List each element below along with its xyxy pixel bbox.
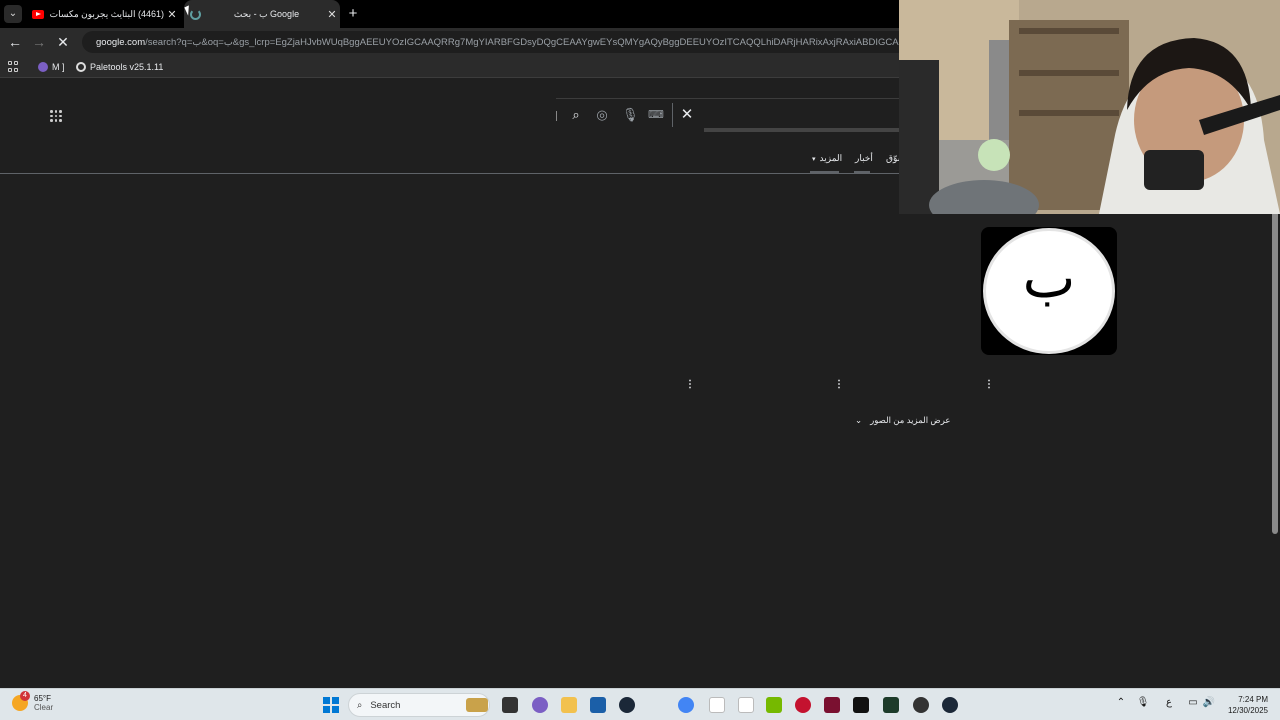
microphone-icon[interactable]: 🎙	[622, 108, 639, 122]
search-highlight-icon	[466, 698, 488, 712]
youtube-icon	[32, 9, 44, 19]
url-path: /search?q=ب&oq=ب&gs_lcrp=EgZjaHJvbWUqBgg…	[145, 36, 912, 48]
bookmark-item[interactable]: Paletools v25.1.11	[76, 60, 163, 74]
tab-label: المزيد	[819, 153, 843, 163]
image-glyph: ب	[1022, 246, 1076, 311]
show-more-label: عرض المزيد من الصور	[870, 415, 951, 425]
store-icon[interactable]	[590, 697, 606, 713]
input-language[interactable]: ع	[1162, 697, 1176, 708]
tab-news[interactable]: أخبار	[855, 153, 873, 164]
letter-image: ب	[983, 228, 1115, 354]
tab-youtube[interactable]: (4461) البثايث يجربون مكسات و ✕	[28, 0, 180, 28]
tab-label: أخبار	[855, 153, 873, 163]
taskbar: 4 65°F Clear ⌕ Search ⌃ 🎙 ع ▭ 🔊 7:24 PM …	[0, 688, 1280, 720]
chevron-down-icon: ⌄	[855, 415, 863, 425]
chevron-down-icon: ▾	[812, 156, 816, 163]
tab-google-search[interactable]: ب - بحث Google ✕	[184, 0, 340, 28]
terminal-icon[interactable]	[883, 697, 899, 713]
google-apps-icon[interactable]	[50, 110, 62, 122]
bookmark-label: Paletools v25.1.11	[90, 62, 164, 72]
microphone-icon[interactable]: 🎙	[1136, 697, 1150, 708]
forward-button[interactable]: →	[29, 32, 49, 52]
time: 7:24 PM	[1238, 695, 1268, 704]
volume-icon[interactable]: 🔊	[1202, 697, 1216, 708]
webcam-overlay	[899, 0, 1280, 214]
globe-icon	[76, 62, 86, 72]
start-button[interactable]	[323, 697, 339, 713]
address-bar[interactable]: google.com/search?q=ب&oq=ب&gs_lcrp=EgZja…	[82, 31, 912, 53]
media-player-icon[interactable]	[795, 697, 811, 713]
apps-grid-icon[interactable]	[8, 61, 19, 72]
image-result[interactable]: ب	[981, 227, 1117, 355]
loading-bar	[704, 128, 900, 132]
text-caret	[556, 111, 557, 121]
new-tab-button[interactable]: +	[344, 5, 362, 23]
search-icon[interactable]: ⌕	[569, 108, 583, 122]
back-button[interactable]: ←	[5, 32, 25, 52]
obs-icon[interactable]	[913, 697, 929, 713]
search-box[interactable]: ⌕ ◎ 🎙 ⌨ ✕	[556, 98, 900, 132]
lens-icon[interactable]: ◎	[595, 108, 609, 122]
weather-temp: 65°F	[34, 694, 51, 703]
discord-icon[interactable]	[532, 697, 548, 713]
close-icon[interactable]: ✕	[164, 8, 180, 21]
stop-loading-button[interactable]: ✕	[53, 32, 73, 52]
network-icon[interactable]: ▭	[1186, 697, 1200, 708]
weather-condition: Clear	[34, 703, 54, 712]
bookmark-item[interactable]: M ]	[38, 60, 65, 74]
file-explorer-icon[interactable]	[561, 697, 577, 713]
steam-icon[interactable]	[619, 697, 635, 713]
close-icon[interactable]: ✕	[324, 8, 340, 21]
chevron-up-icon[interactable]: ⌃	[1114, 697, 1128, 708]
bookmark-label: M ]	[52, 62, 65, 72]
tab-title: (4461) البثايث يجربون مكسات و	[50, 8, 164, 19]
show-more-images-button[interactable]: ⌄ عرض المزيد من الصور	[855, 415, 950, 426]
weather-icon: 4	[12, 691, 30, 711]
keyboard-icon[interactable]: ⌨	[648, 108, 664, 122]
chrome-icon[interactable]	[678, 697, 694, 713]
document-icon[interactable]	[738, 697, 754, 713]
search-icon: ⌕	[357, 699, 363, 711]
game-launcher-icon[interactable]	[824, 697, 840, 713]
bookmark-favicon-icon	[38, 62, 48, 72]
weather-widget[interactable]: 4 65°F Clear	[12, 691, 54, 712]
steam-icon[interactable]	[942, 697, 958, 713]
tab-title: ب - بحث Google	[233, 8, 300, 19]
search-label: Search	[370, 699, 401, 711]
clock[interactable]: 7:24 PM 12/30/2025	[1222, 694, 1268, 716]
game-app-icon[interactable]	[853, 697, 869, 713]
nvidia-icon[interactable]	[766, 697, 782, 713]
url-host: google.com	[96, 36, 146, 48]
notification-badge: 4	[20, 691, 30, 701]
document-icon[interactable]	[709, 697, 725, 713]
date: 12/30/2025	[1227, 706, 1268, 715]
task-view-icon[interactable]	[502, 697, 518, 713]
divider	[672, 103, 673, 127]
webcam-feed	[899, 0, 1280, 214]
clear-icon[interactable]: ✕	[680, 107, 694, 122]
more-options-icon[interactable]: ⋮	[834, 379, 844, 390]
more-options-icon[interactable]: ⋮	[685, 379, 695, 390]
tab-more[interactable]: ▾ المزيد	[812, 153, 842, 164]
tab-search-button[interactable]: ⌄	[4, 5, 22, 23]
more-options-icon[interactable]: ⋮	[984, 379, 994, 390]
